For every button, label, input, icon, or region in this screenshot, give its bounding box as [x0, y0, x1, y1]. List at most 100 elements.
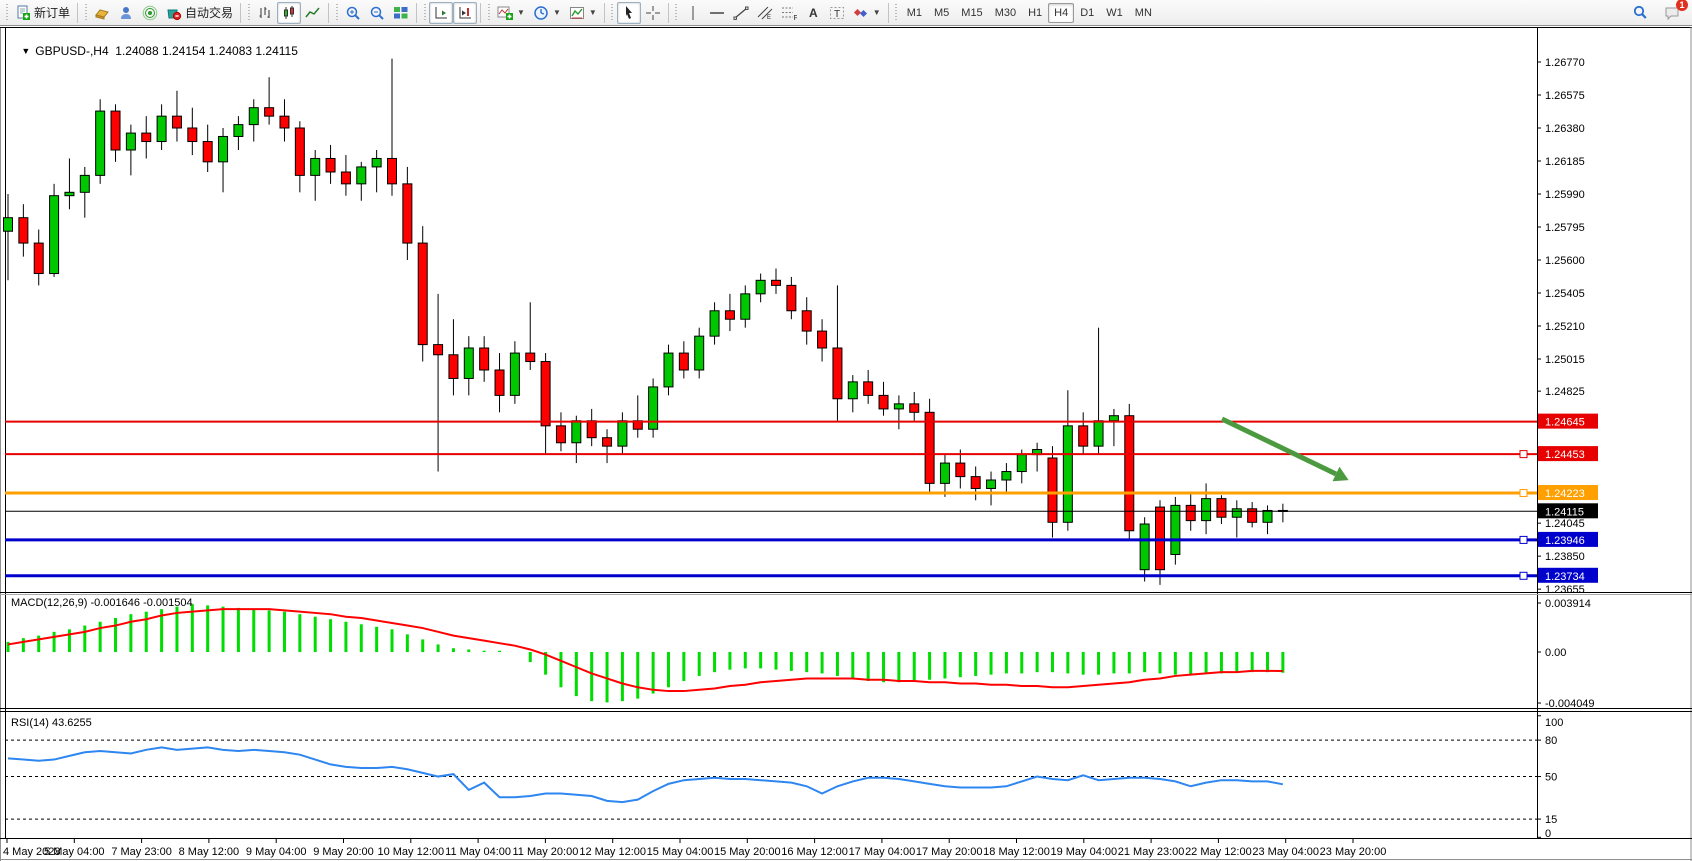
candle-body [679, 353, 688, 370]
candle-body [203, 142, 212, 162]
candle-body [925, 412, 934, 483]
time-tick-label: 8 May 12:00 [179, 846, 240, 858]
hline-anchor[interactable] [1520, 572, 1527, 579]
time-tick-label: 12 May 12:00 [579, 846, 646, 858]
price-tick-label: 1.24825 [1545, 386, 1585, 398]
candle-body [710, 311, 719, 336]
time-tick-label: 21 May 23:00 [1118, 846, 1185, 858]
candle-body [572, 421, 581, 443]
candle-body [1171, 505, 1180, 554]
candle-body [403, 184, 412, 243]
rsi-tick-label: 50 [1545, 772, 1557, 784]
candle-body [864, 382, 873, 396]
candle-body [587, 421, 596, 438]
candle-body [219, 136, 228, 161]
candle-body [357, 167, 366, 184]
time-tick-label: 11 May 20:00 [512, 846, 578, 858]
candle-body [19, 218, 28, 243]
candle-body [1263, 510, 1272, 522]
price-tick-label: 1.26770 [1545, 57, 1585, 69]
candle-body [879, 395, 888, 409]
chart-canvas[interactable]: 1.267701.265751.263801.261851.259901.257… [0, 0, 1692, 861]
price-line-label-text: 1.24223 [1545, 488, 1585, 500]
candle-body [1156, 507, 1165, 570]
price-tick-label: 1.26380 [1545, 123, 1585, 135]
macd-tick-label: 0.003914 [1545, 598, 1591, 610]
candle-body [603, 438, 612, 446]
candle-body [449, 355, 458, 379]
price-line-label-text: 1.24645 [1545, 417, 1585, 429]
candle-body [541, 362, 550, 426]
candle-body [372, 158, 381, 166]
mt4-window: 新订单自动交易▼▼▼EFAT▼M1M5M15M30H1H4D1W1MN1 1.2… [0, 0, 1692, 861]
candle-body [434, 345, 443, 355]
candle-body [326, 158, 335, 172]
candle-body [1063, 426, 1072, 522]
candle-body [741, 294, 750, 319]
rsi-indicator-label: RSI(14) 43.6255 [11, 717, 92, 729]
price-tick-label: 1.25210 [1545, 321, 1585, 333]
rsi-tick-label: 100 [1545, 717, 1563, 729]
candle-body [787, 285, 796, 310]
candle-body [1202, 499, 1211, 521]
candle-body [818, 331, 827, 348]
time-tick-label: 9 May 20:00 [313, 846, 374, 858]
hline-anchor[interactable] [1520, 490, 1527, 497]
time-tick-label: 23 May 20:00 [1320, 846, 1387, 858]
candle-body [142, 133, 151, 141]
candle-body [940, 463, 949, 483]
candle-body [188, 128, 197, 142]
candle-body [172, 116, 181, 128]
time-tick-label: 15 May 04:00 [647, 846, 714, 858]
candle-body [1217, 499, 1226, 518]
candle-body [1140, 524, 1149, 570]
price-tick-label: 1.25405 [1545, 288, 1585, 300]
symbol-dropdown-icon[interactable]: ▼ [21, 46, 30, 56]
candle-body [418, 243, 427, 345]
hline-anchor[interactable] [1520, 451, 1527, 458]
candle-body [265, 108, 274, 116]
candle-body [4, 218, 13, 232]
candle-body [80, 175, 89, 192]
candle-body [234, 125, 243, 137]
candle-body [956, 463, 965, 477]
candle-body [725, 311, 734, 319]
chart-title: ▼ GBPUSD-,H4 1.24088 1.24154 1.24083 1.24… [8, 30, 298, 72]
rsi-tick-label: 80 [1545, 735, 1557, 747]
time-tick-label: 15 May 20:00 [714, 846, 781, 858]
price-tick-label: 1.23850 [1545, 551, 1585, 563]
price-tick-label: 1.25600 [1545, 255, 1585, 267]
hline-anchor[interactable] [1520, 536, 1527, 543]
candle-body [1109, 416, 1118, 421]
price-tick-label: 1.24045 [1545, 518, 1585, 530]
candle-body [833, 348, 842, 399]
candle-body [1048, 458, 1057, 522]
price-line-label-text: 1.24453 [1545, 449, 1585, 461]
time-tick-label: 9 May 04:00 [246, 846, 307, 858]
candle-body [971, 477, 980, 489]
candle-body [1232, 509, 1241, 517]
rsi-tick-label: 15 [1545, 814, 1557, 826]
time-tick-label: 17 May 04:00 [849, 846, 916, 858]
time-tick-label: 5 May 04:00 [44, 846, 105, 858]
candle-body [1248, 509, 1257, 523]
candle-body [526, 353, 535, 361]
candle-body [1017, 455, 1026, 472]
price-line-label-text: 1.24115 [1545, 506, 1584, 518]
time-tick-label: 16 May 12:00 [781, 846, 848, 858]
price-tick-label: 1.26185 [1545, 156, 1585, 168]
symbol-ohlc-line: GBPUSD-,H4 1.24088 1.24154 1.24083 1.241… [35, 44, 298, 58]
candle-body [480, 348, 489, 370]
candle-body [649, 387, 658, 429]
candle-body [388, 158, 397, 183]
candle-body [126, 133, 135, 150]
candle-body [34, 243, 43, 273]
price-line-label-text: 1.23946 [1545, 535, 1585, 547]
candle-body [618, 421, 627, 446]
candle-body [987, 480, 996, 488]
time-tick-label: 23 May 04:00 [1252, 846, 1319, 858]
price-tick-label: 1.26575 [1545, 90, 1585, 102]
candle-body [1079, 426, 1088, 446]
macd-tick-label: 0.00 [1545, 647, 1566, 659]
candle-body [280, 116, 289, 128]
